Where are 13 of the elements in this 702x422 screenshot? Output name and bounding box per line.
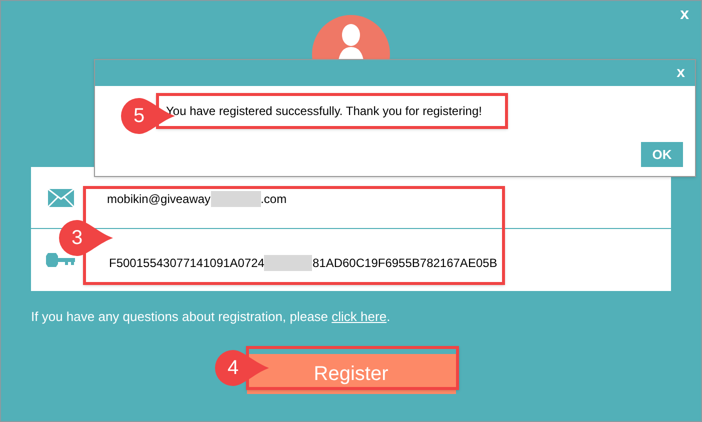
close-button[interactable]: x xyxy=(676,62,685,84)
key-icon xyxy=(45,252,76,268)
close-button[interactable]: x xyxy=(680,3,689,27)
envelope-icon xyxy=(47,188,75,208)
callout-badge: 3 xyxy=(57,218,115,258)
help-text: If you have any questions about registration, please click here. xyxy=(31,309,390,324)
redacted-blur xyxy=(264,255,312,271)
help-link[interactable]: click here xyxy=(332,309,387,324)
redacted-blur xyxy=(210,191,261,207)
success-message: You have registered successfully. Thank you for registering! xyxy=(166,104,482,118)
email-field[interactable]: mobikin@giveaway .com xyxy=(107,190,287,208)
callout-badge: 4 xyxy=(213,348,271,388)
ok-button[interactable]: OK xyxy=(641,142,683,167)
